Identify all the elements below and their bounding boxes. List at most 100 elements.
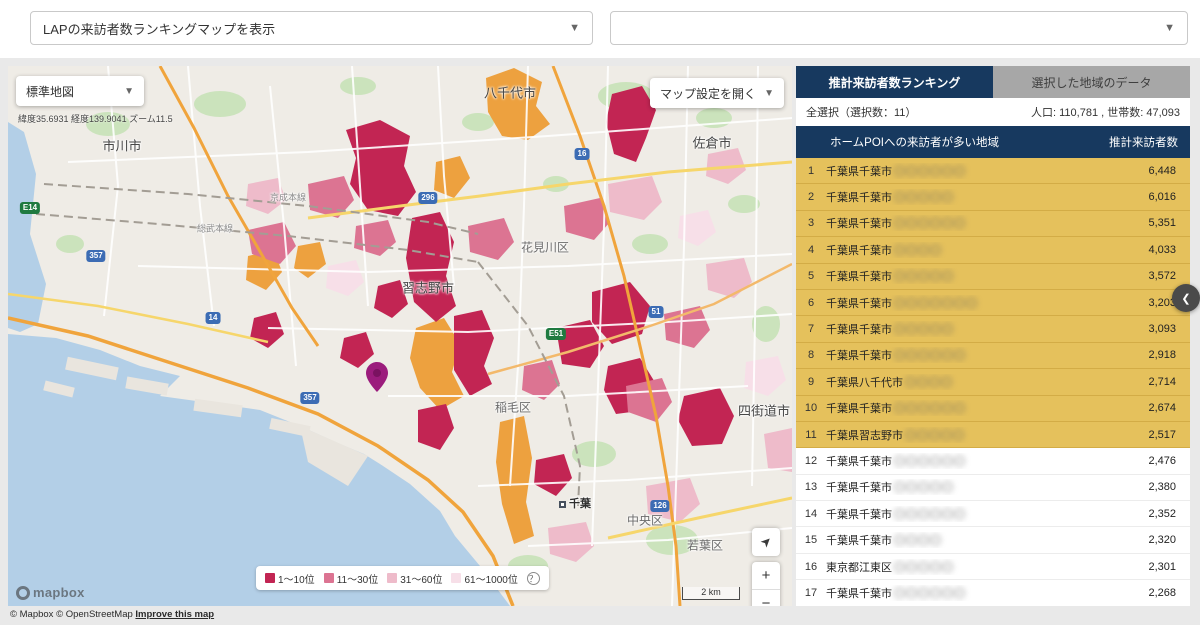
ranking-row[interactable]: 9千葉県八千代市〇〇〇〇 2,714 (796, 369, 1190, 395)
legend-item: 1〜10位 (265, 571, 315, 586)
map-coordinates: 緯度35.6931 経度139.9041 ズーム11.5 (18, 112, 173, 125)
map-mode-select[interactable]: LAPの来訪者数ランキングマップを表示 ▼ (30, 11, 593, 45)
area-name-blurred: 〇〇〇〇〇〇 (894, 347, 966, 363)
mapbox-wordmark: mapbox (33, 585, 85, 600)
map-style-select[interactable]: 標準地図 ▼ (16, 76, 144, 106)
attribution-text: © Mapbox © OpenStreetMap (10, 609, 135, 620)
map-pin-marker[interactable] (366, 362, 388, 392)
rank-number: 8 (796, 349, 826, 361)
route-shield: 296 (418, 192, 437, 204)
visitor-count: 2,268 (1118, 587, 1190, 599)
visitor-count: 2,714 (1118, 376, 1190, 388)
legend-swatch (324, 573, 334, 583)
route-shield: E51 (546, 328, 566, 340)
route-shield: 51 (649, 306, 664, 318)
table-header: ホームPOIへの来訪者が多い地域 推計来訪者数 (796, 126, 1190, 158)
area-column-header: ホームPOIへの来訪者が多い地域 (796, 134, 999, 150)
route-shield: 14 (206, 312, 221, 324)
area-name-blurred: 〇〇〇〇〇 (905, 427, 965, 443)
chevron-left-icon: ❮ (1181, 292, 1190, 305)
ranking-row[interactable]: 11千葉県習志野市〇〇〇〇〇2,517 (796, 422, 1190, 448)
ranking-row[interactable]: 10千葉県千葉市〇〇〇〇〇〇2,674 (796, 396, 1190, 422)
area-name-prefix: 千葉県千葉市 (826, 585, 892, 601)
area-name-blurred: 〇〇〇〇〇 (894, 321, 954, 337)
ranking-row[interactable]: 15千葉県千葉市〇〇〇〇2,320 (796, 527, 1190, 553)
visitor-count: 2,674 (1118, 402, 1190, 414)
tab-ranking[interactable]: 推計来訪者数ランキング (796, 66, 993, 98)
route-shield: 126 (650, 500, 669, 512)
map-settings-button[interactable]: マップ設定を開く ▼ (650, 78, 784, 108)
ranking-row[interactable]: 16東京都江東区〇〇〇〇〇2,301 (796, 554, 1190, 580)
rank-number: 9 (796, 376, 826, 388)
ranking-table-body: 1千葉県千葉市〇〇〇〇〇〇6,4482千葉県千葉市〇〇〇〇〇6,0163千葉県千… (796, 158, 1190, 606)
area-name-blurred: 〇〇〇〇〇 (894, 268, 954, 284)
area-name: 千葉県千葉市〇〇〇〇〇 (826, 268, 1118, 284)
area-name-prefix: 千葉県千葉市 (826, 347, 892, 363)
rank-number: 15 (796, 534, 826, 546)
area-name-blurred: 〇〇〇〇〇 (894, 189, 954, 205)
ranking-row[interactable]: 2千葉県千葉市〇〇〇〇〇6,016 (796, 184, 1190, 210)
secondary-select[interactable]: ▼ (610, 11, 1188, 45)
area-name: 千葉県千葉市〇〇〇〇〇〇 (826, 215, 1118, 231)
tab-selected-area-data[interactable]: 選択した地域のデータ (993, 66, 1190, 98)
area-name: 千葉県千葉市〇〇〇〇〇〇 (826, 347, 1118, 363)
visitor-count: 2,301 (1118, 561, 1190, 573)
area-name-prefix: 千葉県千葉市 (826, 215, 892, 231)
ranking-row[interactable]: 8千葉県千葉市〇〇〇〇〇〇2,918 (796, 343, 1190, 369)
area-name-blurred: 〇〇〇〇〇 (894, 479, 954, 495)
ranking-row[interactable]: 5千葉県千葉市〇〇〇〇〇3,572 (796, 264, 1190, 290)
ranking-row[interactable]: 13千葉県千葉市〇〇〇〇〇2,380 (796, 475, 1190, 501)
route-shield: 357 (300, 392, 319, 404)
rank-number: 4 (796, 244, 826, 256)
choropleth-region[interactable] (764, 428, 792, 472)
rank-number: 2 (796, 191, 826, 203)
chevron-down-icon: ▼ (124, 86, 134, 97)
area-name: 千葉県千葉市〇〇〇〇〇〇〇 (826, 295, 1118, 311)
area-name-blurred: 〇〇〇〇〇 (894, 559, 954, 575)
chevron-down-icon: ▼ (1164, 22, 1175, 34)
rank-number: 5 (796, 270, 826, 282)
area-name: 千葉県千葉市〇〇〇〇〇 (826, 479, 1118, 495)
visitor-count: 2,352 (1118, 508, 1190, 520)
area-name-blurred: 〇〇〇〇〇〇 (894, 585, 966, 601)
legend-label: 1〜10位 (278, 571, 315, 586)
geolocate-button[interactable]: ➤ (752, 528, 780, 556)
area-name-prefix: 千葉県千葉市 (826, 321, 892, 337)
ranking-row[interactable]: 14千葉県千葉市〇〇〇〇〇〇2,352 (796, 501, 1190, 527)
zoom-in-button[interactable]: + (752, 562, 780, 589)
zoom-out-button[interactable]: − (752, 589, 780, 606)
area-name-blurred: 〇〇〇〇 (905, 374, 953, 390)
map-attribution: © Mapbox © OpenStreetMap Improve this ma… (10, 609, 214, 620)
area-name: 千葉県千葉市〇〇〇〇 (826, 242, 1118, 258)
area-name-blurred: 〇〇〇〇 (894, 532, 942, 548)
ranking-row[interactable]: 7千葉県千葉市〇〇〇〇〇3,093 (796, 316, 1190, 342)
ranking-row[interactable]: 12千葉県千葉市〇〇〇〇〇〇2,476 (796, 448, 1190, 474)
rank-number: 12 (796, 455, 826, 467)
ranking-row[interactable]: 4千葉県千葉市〇〇〇〇4,033 (796, 237, 1190, 263)
select-all-button[interactable]: 全選択 (806, 104, 839, 120)
legend-item: 31〜60位 (387, 571, 442, 586)
map-canvas[interactable]: 市川市八千代市佐倉市花見川区習志野市稲毛区中央区若葉区四街道市千葉総武本線京成本… (8, 66, 792, 606)
panel-toggle-button[interactable]: ❮ (1172, 284, 1200, 312)
ranking-row[interactable]: 3千葉県千葉市〇〇〇〇〇〇5,351 (796, 211, 1190, 237)
visitor-count: 2,320 (1118, 534, 1190, 546)
ranking-row[interactable]: 1千葉県千葉市〇〇〇〇〇〇6,448 (796, 158, 1190, 184)
rank-number: 14 (796, 508, 826, 520)
app: LAPの来訪者数ランキングマップを表示 ▼ ▼ (0, 0, 1200, 625)
rank-number: 10 (796, 402, 826, 414)
area-name-blurred: 〇〇〇〇〇〇 (894, 453, 966, 469)
mapbox-logo[interactable]: mapbox (16, 585, 85, 600)
rank-number: 17 (796, 587, 826, 599)
area-name-prefix: 千葉県八千代市 (826, 374, 903, 390)
improve-map-link[interactable]: Improve this map (135, 609, 214, 620)
rank-number: 11 (796, 429, 826, 441)
visitor-count: 6,448 (1118, 165, 1190, 177)
visitor-count: 5,351 (1118, 217, 1190, 229)
ranking-row[interactable]: 17千葉県千葉市〇〇〇〇〇〇 2,268 (796, 580, 1190, 606)
area-name-prefix: 千葉県千葉市 (826, 295, 892, 311)
legend-items: 1〜10位11〜30位31〜60位61〜1000位 (265, 571, 518, 586)
ranking-row[interactable]: 6千葉県千葉市〇〇〇〇〇〇〇3,203 (796, 290, 1190, 316)
map-legend: 1〜10位11〜30位31〜60位61〜1000位 ？ (256, 566, 549, 590)
help-icon[interactable]: ？ (527, 572, 540, 585)
area-name-prefix: 千葉県千葉市 (826, 479, 892, 495)
